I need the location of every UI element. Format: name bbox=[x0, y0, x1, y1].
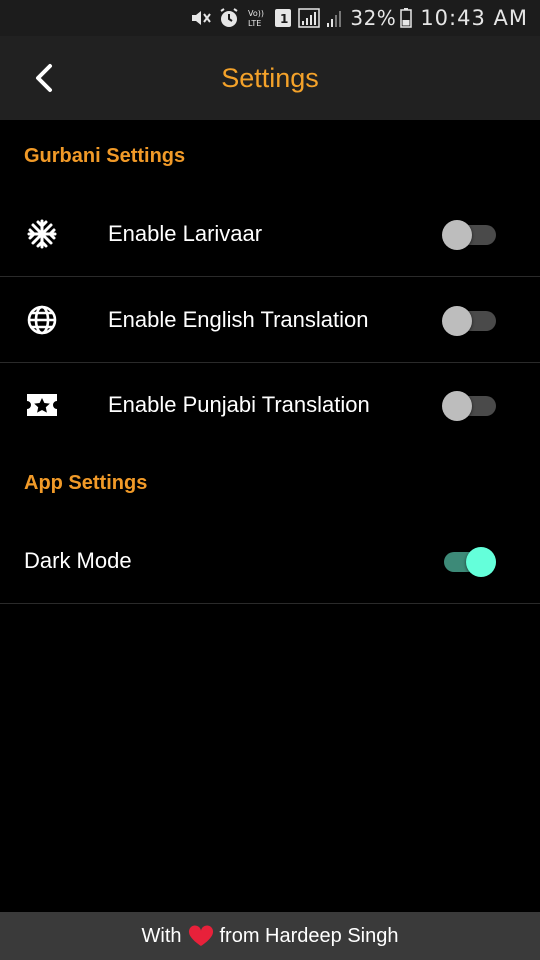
mute-icon bbox=[190, 8, 212, 28]
setting-row-punjabi-translation[interactable]: Enable Punjabi Translation bbox=[0, 363, 540, 448]
back-button[interactable] bbox=[22, 56, 66, 100]
footer-suffix: from Hardeep Singh bbox=[219, 924, 399, 947]
toggle-thumb bbox=[442, 391, 472, 421]
section-header-app: App Settings bbox=[24, 472, 148, 494]
volte-icon: Vo)) LTE bbox=[246, 8, 268, 28]
larivaar-toggle[interactable] bbox=[442, 216, 496, 250]
setting-row-larivaar[interactable]: Enable Larivaar bbox=[0, 192, 540, 277]
page-title: Settings bbox=[221, 62, 319, 93]
svg-text:1: 1 bbox=[280, 12, 288, 26]
svg-text:Vo)): Vo)) bbox=[248, 9, 264, 18]
heart-icon bbox=[188, 925, 214, 947]
setting-label: Enable English Translation bbox=[108, 307, 369, 332]
ticket-star-icon bbox=[24, 387, 60, 423]
snowflake-icon bbox=[24, 216, 60, 252]
setting-label: Dark Mode bbox=[24, 548, 132, 573]
setting-row-dark-mode[interactable]: Dark Mode bbox=[0, 518, 540, 604]
english-translation-toggle[interactable] bbox=[442, 302, 496, 336]
toggle-thumb bbox=[442, 220, 472, 250]
setting-row-english-translation[interactable]: Enable English Translation bbox=[0, 277, 540, 363]
chevron-left-icon bbox=[36, 64, 52, 92]
sim-1-icon: 1 bbox=[274, 8, 292, 28]
status-bar: Vo)) LTE 1 32% 10:43 AM bbox=[0, 0, 540, 36]
setting-label: Enable Larivaar bbox=[108, 221, 263, 246]
footer: With from Hardeep Singh bbox=[0, 912, 540, 960]
clock: 10:43 AM bbox=[420, 6, 528, 30]
section-header-gurbani: Gurbani Settings bbox=[24, 145, 186, 167]
app-bar: Settings bbox=[0, 36, 540, 120]
signal-icon bbox=[298, 8, 321, 28]
globe-icon bbox=[24, 302, 60, 338]
toggle-thumb bbox=[442, 306, 472, 336]
alarm-icon bbox=[218, 8, 240, 28]
toggle-thumb bbox=[466, 547, 496, 577]
battery-icon bbox=[400, 8, 413, 28]
footer-prefix: With bbox=[141, 924, 182, 947]
dark-mode-toggle[interactable] bbox=[442, 543, 496, 577]
battery-percent: 32% bbox=[350, 6, 397, 30]
punjabi-translation-toggle[interactable] bbox=[442, 387, 496, 421]
signal-weak-icon bbox=[326, 8, 344, 28]
setting-label: Enable Punjabi Translation bbox=[108, 392, 370, 417]
svg-text:LTE: LTE bbox=[248, 19, 261, 28]
